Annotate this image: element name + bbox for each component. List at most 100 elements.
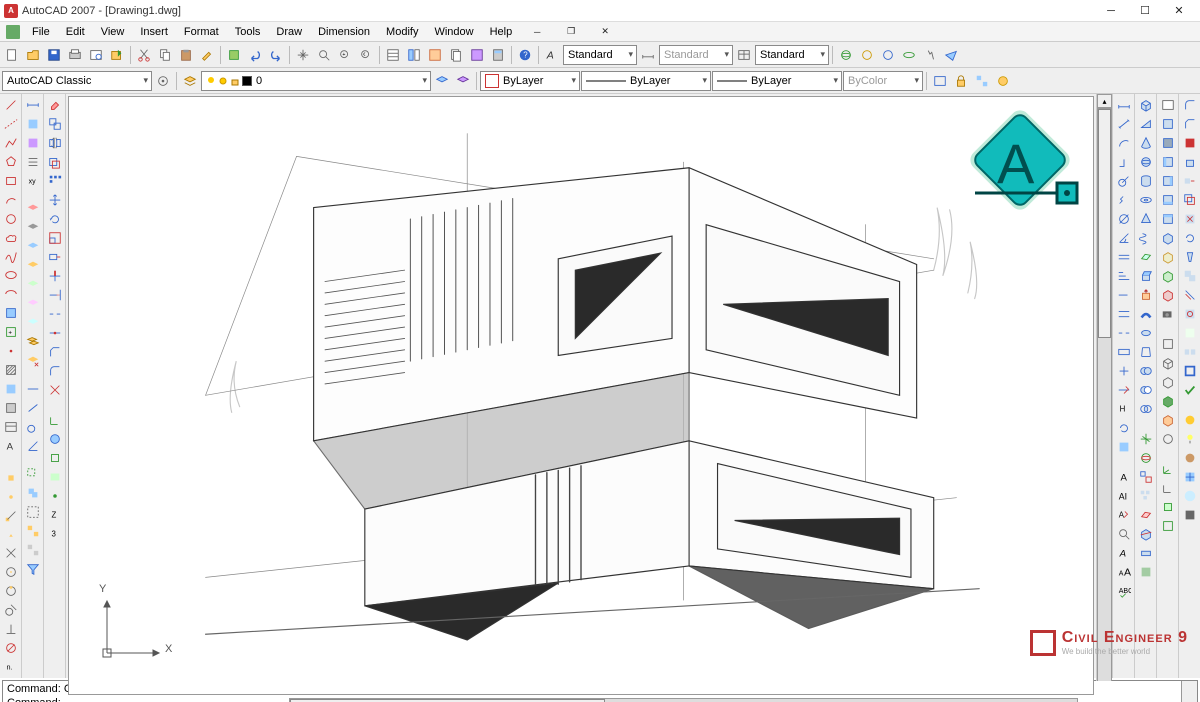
menu-dimension[interactable]: Dimension: [310, 24, 378, 40]
3drotate-icon[interactable]: [1137, 449, 1155, 467]
trim-icon-s[interactable]: [46, 267, 64, 285]
list-icon[interactable]: [24, 153, 42, 171]
se-iso-icon[interactable]: [1159, 248, 1177, 266]
clean-icon[interactable]: [1181, 324, 1199, 342]
lights-icon[interactable]: [1181, 430, 1199, 448]
construction-line-icon[interactable]: [2, 115, 20, 133]
zoom-realtime-icon[interactable]: [314, 45, 334, 65]
osnap-midpoint-icon[interactable]: [2, 526, 20, 544]
layer-iso-icon[interactable]: [24, 200, 42, 218]
plotstyle-dropdown[interactable]: ByColor: [843, 71, 923, 91]
rotate-faces-icon[interactable]: [1181, 229, 1199, 247]
render-icon[interactable]: [993, 71, 1013, 91]
3d-swivel-icon[interactable]: [899, 45, 919, 65]
text-edit-icon[interactable]: A: [1115, 506, 1133, 524]
wedge-icon[interactable]: [1137, 115, 1155, 133]
sw-iso-icon[interactable]: [1159, 229, 1177, 247]
text-style-r-icon[interactable]: A: [1115, 544, 1133, 562]
offset-faces-icon[interactable]: [1181, 191, 1199, 209]
sheet-set-icon[interactable]: [446, 45, 466, 65]
menu-format[interactable]: Format: [176, 24, 227, 40]
ucs-prev-icon[interactable]: [1159, 479, 1177, 497]
match-properties-icon[interactable]: [197, 45, 217, 65]
dim-style-update-icon[interactable]: [1115, 438, 1133, 456]
doc-restore-button[interactable]: ❐: [554, 22, 588, 42]
visual-conceptual-icon[interactable]: [1159, 411, 1177, 429]
plot-preview-icon[interactable]: [86, 45, 106, 65]
new-icon[interactable]: [2, 45, 22, 65]
osnap-perpendicular-icon[interactable]: [2, 620, 20, 638]
filter-icon[interactable]: [24, 560, 42, 578]
mapping-icon[interactable]: [1181, 468, 1199, 486]
line-icon[interactable]: [2, 96, 20, 114]
dim-linear-icon-s[interactable]: [24, 380, 42, 398]
copy-edges-icon[interactable]: [1181, 286, 1199, 304]
viewport-max-icon[interactable]: [972, 71, 992, 91]
named-views-icon[interactable]: [1159, 96, 1177, 114]
copy-icon[interactable]: [155, 45, 175, 65]
zoom-previous-icon[interactable]: [356, 45, 376, 65]
region-mass-icon[interactable]: [24, 134, 42, 152]
dim-style-icon[interactable]: [638, 45, 658, 65]
hatch-icon[interactable]: [2, 361, 20, 379]
group-icon[interactable]: [24, 522, 42, 540]
menu-draw[interactable]: Draw: [268, 24, 310, 40]
cone-icon[interactable]: [1137, 134, 1155, 152]
properties-icon[interactable]: [383, 45, 403, 65]
offset-icon[interactable]: [46, 153, 64, 171]
tool-palettes-icon[interactable]: [425, 45, 445, 65]
make-block-icon[interactable]: +: [2, 323, 20, 341]
camera-icon[interactable]: [1159, 305, 1177, 323]
dim-text-edit-icon[interactable]: H: [1115, 400, 1133, 418]
osnap-settings-icon[interactable]: n.: [2, 658, 20, 676]
vertical-scrollbar[interactable]: ▴ ▾: [1096, 94, 1112, 697]
rectangle-icon[interactable]: [2, 172, 20, 190]
3d-orbit-icon[interactable]: [836, 45, 856, 65]
color-dropdown[interactable]: ByLayer: [480, 71, 580, 91]
horizontal-scrollbar[interactable]: [289, 698, 1078, 702]
dim-edit-icon[interactable]: [1115, 381, 1133, 399]
materials-icon[interactable]: [1181, 449, 1199, 467]
section-plane-icon[interactable]: [1137, 506, 1155, 524]
ucs-object-icon[interactable]: [46, 449, 64, 467]
revision-cloud-icon[interactable]: [2, 229, 20, 247]
sweep-icon[interactable]: [1137, 305, 1155, 323]
planar-surface-icon[interactable]: [1137, 248, 1155, 266]
copy-object-icon[interactable]: [46, 115, 64, 133]
mtext-icon[interactable]: A: [2, 437, 20, 455]
minimize-button[interactable]: ─: [1094, 1, 1128, 21]
layer-match-icon[interactable]: [24, 295, 42, 313]
bottom-view-icon[interactable]: [1159, 134, 1177, 152]
plot-icon[interactable]: [65, 45, 85, 65]
osnap-center-icon[interactable]: [2, 563, 20, 581]
ucs-3point-icon[interactable]: 3: [46, 525, 64, 543]
3darray-icon[interactable]: [1137, 487, 1155, 505]
markup-icon[interactable]: [467, 45, 487, 65]
osnap-tangent-icon[interactable]: [2, 601, 20, 619]
dim-diameter-icon[interactable]: [1115, 210, 1133, 228]
rotate-icon-s[interactable]: [46, 210, 64, 228]
sphere-icon[interactable]: [1137, 153, 1155, 171]
move-icon[interactable]: [46, 191, 64, 209]
design-center-icon[interactable]: [404, 45, 424, 65]
fillet-edge-icon[interactable]: [1181, 96, 1199, 114]
dim-radius-icon[interactable]: [1115, 172, 1133, 190]
dim-quick-icon[interactable]: [1115, 248, 1133, 266]
osnap-temp-icon[interactable]: [2, 469, 20, 487]
color-faces-icon[interactable]: [1181, 134, 1199, 152]
left-view-icon[interactable]: [1159, 153, 1177, 171]
erase-icon[interactable]: [46, 96, 64, 114]
cylinder-icon[interactable]: [1137, 172, 1155, 190]
shell-icon[interactable]: [1181, 362, 1199, 380]
subtract-icon[interactable]: [1137, 381, 1155, 399]
polyline-icon[interactable]: [2, 134, 20, 152]
ungroup-icon[interactable]: [24, 541, 42, 559]
dim-linear-icon[interactable]: [1115, 96, 1133, 114]
doc-close-button[interactable]: ✕: [588, 22, 622, 42]
save-icon[interactable]: [44, 45, 64, 65]
delete-faces-icon[interactable]: [1181, 210, 1199, 228]
revolve-icon[interactable]: [1137, 324, 1155, 342]
quickcalc-icon[interactable]: [488, 45, 508, 65]
osnap-endpoint-icon[interactable]: [2, 507, 20, 525]
quick-select-icon[interactable]: [24, 465, 42, 483]
